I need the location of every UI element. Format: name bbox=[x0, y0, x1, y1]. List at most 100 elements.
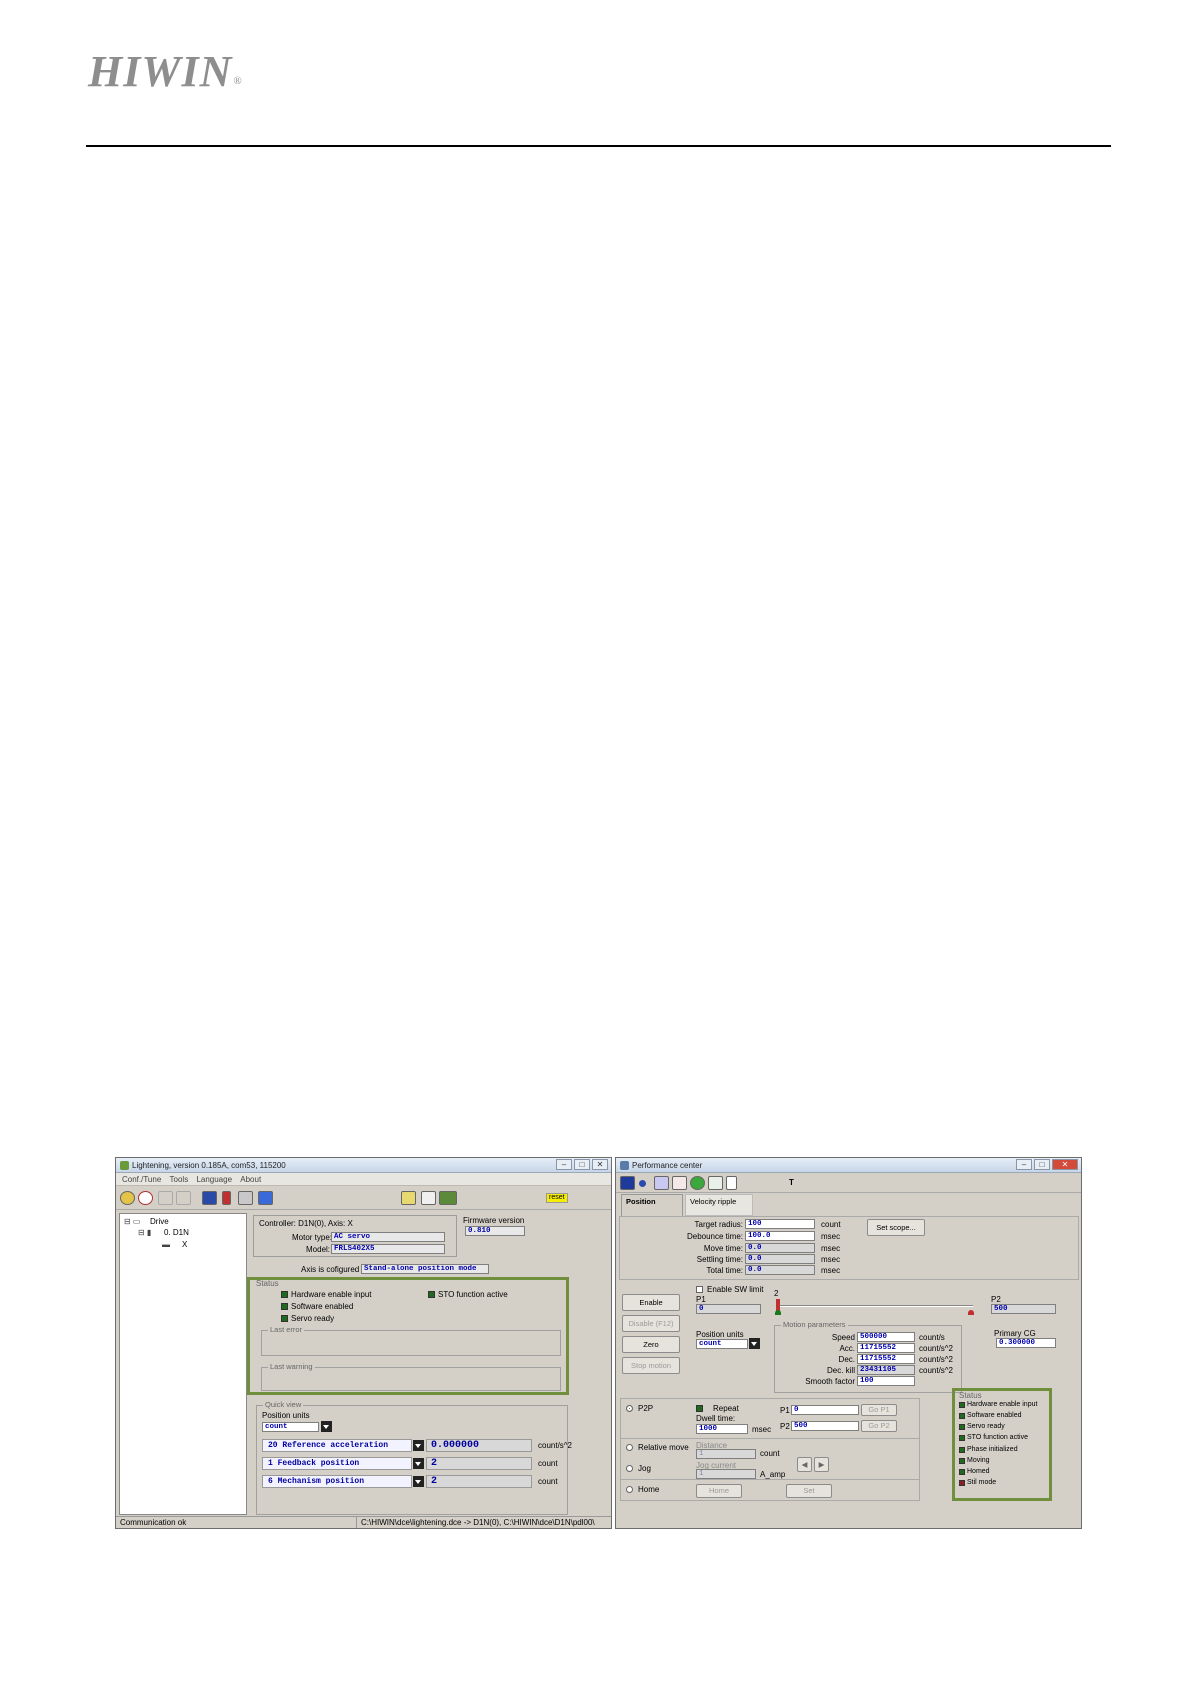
p2p-p1-input[interactable]: 0 bbox=[791, 1405, 859, 1415]
home-button[interactable]: Home bbox=[696, 1484, 742, 1498]
tune-icon[interactable] bbox=[120, 1191, 135, 1205]
status-sto-active: STO function active bbox=[438, 1290, 508, 1299]
status-item: STO function active bbox=[967, 1434, 1028, 1441]
debounce-input[interactable]: 100.0 bbox=[745, 1231, 815, 1241]
acc-input[interactable]: 11715552 bbox=[857, 1343, 915, 1353]
close-button[interactable]: ✕ bbox=[592, 1159, 608, 1170]
p1-value: 0 bbox=[696, 1304, 761, 1314]
disable-button[interactable]: Disable (F12) bbox=[622, 1315, 680, 1332]
menu-conf-tune[interactable]: Conf./Tune bbox=[122, 1173, 161, 1186]
position-units-select[interactable]: count bbox=[262, 1422, 319, 1432]
plot-icon[interactable] bbox=[202, 1191, 217, 1205]
status-bar: Communication ok C:\HIWIN\dce\lightening… bbox=[116, 1516, 611, 1528]
chevron-down-icon[interactable] bbox=[321, 1421, 332, 1432]
p1-label: P1 bbox=[696, 1295, 706, 1304]
dot-icon[interactable] bbox=[639, 1180, 646, 1187]
board-icon[interactable] bbox=[439, 1191, 457, 1205]
maximize-button[interactable]: □ bbox=[1034, 1159, 1050, 1170]
repeat-label: Repeat bbox=[713, 1404, 739, 1413]
hiwin-logo: HIWIN® bbox=[88, 47, 243, 96]
p2p-radio[interactable] bbox=[626, 1405, 633, 1412]
app-icon bbox=[120, 1161, 129, 1170]
t-label: T bbox=[789, 1178, 794, 1187]
grid-icon[interactable] bbox=[654, 1176, 669, 1190]
curve-icon[interactable] bbox=[672, 1176, 687, 1190]
p2p-p2-input[interactable]: 500 bbox=[791, 1421, 859, 1431]
status-item: Moving bbox=[967, 1457, 990, 1464]
enable-sw-limit-checkbox[interactable] bbox=[696, 1286, 703, 1293]
chevron-down-icon[interactable] bbox=[413, 1476, 424, 1487]
dec-input[interactable]: 11715552 bbox=[857, 1354, 915, 1364]
zero-button[interactable]: Zero bbox=[622, 1336, 680, 1353]
jog-right-button[interactable]: ▶ bbox=[814, 1457, 829, 1472]
smooth-factor-input[interactable]: 100 bbox=[857, 1376, 915, 1386]
reset-button[interactable]: reset bbox=[546, 1193, 568, 1203]
maximize-button[interactable]: □ bbox=[574, 1159, 590, 1170]
pin-icon[interactable] bbox=[222, 1191, 231, 1205]
chart-icon[interactable] bbox=[258, 1191, 273, 1205]
home-radio[interactable] bbox=[626, 1486, 633, 1493]
target-radius-input[interactable]: 100 bbox=[745, 1219, 815, 1229]
status-item: Software enabled bbox=[967, 1412, 1022, 1419]
quick-row-name: 6 Mechanism position bbox=[262, 1475, 412, 1488]
position-icon[interactable] bbox=[620, 1176, 635, 1190]
p2p-p2-label: P2 bbox=[780, 1422, 790, 1431]
menu-language[interactable]: Language bbox=[196, 1173, 232, 1186]
refresh-icon[interactable] bbox=[690, 1176, 705, 1190]
gauge-icon[interactable] bbox=[138, 1191, 153, 1205]
status-item: Phase initialized bbox=[967, 1446, 1018, 1453]
scope-icon[interactable] bbox=[238, 1191, 253, 1205]
quick-row-value: 0.000000 bbox=[426, 1439, 532, 1452]
tree-drive-node[interactable]: 0. D1N bbox=[164, 1228, 189, 1237]
doc-icon[interactable] bbox=[726, 1176, 737, 1190]
chevron-down-icon[interactable] bbox=[413, 1440, 424, 1451]
move-time-value: 0.0 bbox=[745, 1243, 815, 1253]
jog-radio[interactable] bbox=[626, 1465, 633, 1472]
debounce-label: Debounce time: bbox=[686, 1232, 743, 1241]
menu-tools[interactable]: Tools bbox=[170, 1173, 189, 1186]
chevron-down-icon[interactable] bbox=[413, 1458, 424, 1469]
tab-velocity-ripple[interactable]: Velocity ripple bbox=[685, 1194, 753, 1216]
acc-label: Acc. bbox=[839, 1344, 855, 1353]
speed-input[interactable]: 500000 bbox=[857, 1332, 915, 1342]
relative-move-radio[interactable] bbox=[626, 1444, 633, 1451]
toolbar: reset bbox=[116, 1186, 611, 1210]
download-icon[interactable] bbox=[421, 1191, 436, 1205]
jog-left-button[interactable]: ◀ bbox=[797, 1457, 812, 1472]
target-radius-label: Target radius: bbox=[694, 1220, 743, 1229]
status-software-enabled: Software enabled bbox=[291, 1302, 354, 1311]
tab-position[interactable]: Position bbox=[621, 1194, 683, 1216]
jog-unit: A_amp bbox=[760, 1470, 786, 1479]
repeat-checkbox[interactable] bbox=[696, 1405, 703, 1412]
window-title: Performance center bbox=[632, 1161, 703, 1170]
step-icon[interactable] bbox=[708, 1176, 723, 1190]
chevron-down-icon[interactable] bbox=[749, 1338, 760, 1349]
dwell-input[interactable]: 1000 bbox=[696, 1424, 748, 1434]
go-p2-button[interactable]: Go P2 bbox=[861, 1420, 897, 1432]
position-units-select[interactable]: count bbox=[696, 1339, 748, 1349]
go-p1-button[interactable]: Go P1 bbox=[861, 1404, 897, 1416]
io-icon[interactable] bbox=[176, 1191, 191, 1205]
tree-axis-x[interactable]: X bbox=[182, 1240, 187, 1249]
tree-root-drive[interactable]: Drive bbox=[150, 1217, 169, 1226]
compare-icon[interactable] bbox=[158, 1191, 173, 1205]
smooth-factor-label: Smooth factor bbox=[805, 1377, 855, 1386]
led-software-enabled bbox=[281, 1303, 288, 1310]
position-slider[interactable] bbox=[776, 1305, 973, 1307]
primary-cg-input[interactable]: 0.300000 bbox=[996, 1338, 1056, 1348]
upload-icon[interactable] bbox=[401, 1191, 416, 1205]
primary-cg-label: Primary CG bbox=[994, 1329, 1036, 1338]
enable-button[interactable]: Enable bbox=[622, 1294, 680, 1311]
menu-about[interactable]: About bbox=[240, 1173, 261, 1186]
set-scope-button[interactable]: Set scope... bbox=[867, 1219, 925, 1236]
stop-motion-button[interactable]: Stop motion bbox=[622, 1357, 680, 1374]
set-button[interactable]: Set bbox=[786, 1484, 832, 1498]
minimize-button[interactable]: – bbox=[556, 1159, 572, 1170]
jog-label: Jog bbox=[638, 1464, 651, 1473]
led bbox=[959, 1480, 965, 1486]
jog-current-input[interactable]: 1 bbox=[696, 1469, 756, 1479]
minimize-button[interactable]: – bbox=[1016, 1159, 1032, 1170]
close-button[interactable]: ✕ bbox=[1052, 1159, 1078, 1170]
distance-input[interactable]: 1 bbox=[696, 1449, 756, 1459]
last-error-label: Last error bbox=[268, 1325, 305, 1334]
